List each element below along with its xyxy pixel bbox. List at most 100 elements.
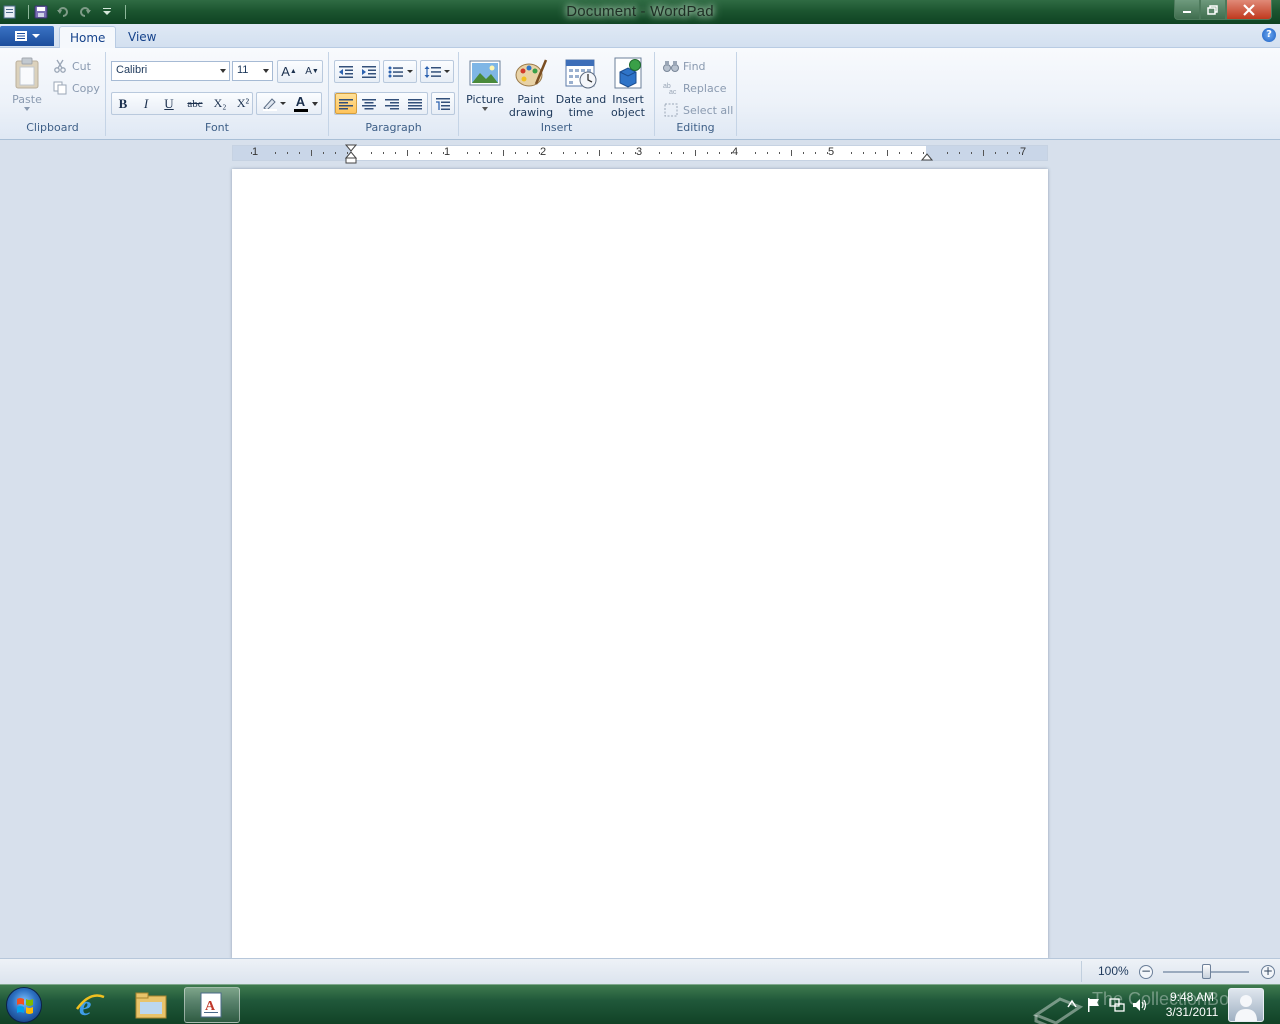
help-button[interactable]: ? <box>1262 28 1276 42</box>
zoom-out-button[interactable]: − <box>1139 965 1153 979</box>
restore-icon <box>1207 4 1218 15</box>
superscript-button[interactable]: X² <box>232 93 254 114</box>
strikethrough-button[interactable]: abc <box>182 93 208 114</box>
ruler-tick <box>791 150 792 156</box>
line-spacing-group <box>420 60 454 83</box>
minimize-icon <box>1183 10 1191 13</box>
select-all-button[interactable]: Select all <box>663 102 733 118</box>
restore-button[interactable] <box>1200 0 1226 20</box>
picture-dropdown-icon <box>482 107 488 111</box>
copy-button[interactable]: Copy <box>52 80 100 96</box>
font-size-dropdown-icon <box>263 69 269 73</box>
taskbar-wordpad[interactable]: A <box>184 987 240 1023</box>
ruler-tick <box>443 152 444 154</box>
start-button[interactable] <box>6 987 42 1023</box>
ruler-tick <box>563 152 564 154</box>
align-center-button[interactable] <box>358 93 380 114</box>
ruler-tick <box>515 152 516 154</box>
ruler-tick <box>1019 152 1020 154</box>
ruler-tick <box>863 152 864 154</box>
ruler-tick <box>947 152 948 154</box>
date-time-label-2: time <box>568 106 594 119</box>
bold-button[interactable]: B <box>112 93 134 114</box>
document-menu-icon <box>15 31 27 41</box>
ruler-tick <box>431 152 432 154</box>
network-icon[interactable] <box>1109 997 1125 1013</box>
ribbon: Paste Cut Copy Clipboard Calibri 11 A ▲ … <box>0 48 1280 140</box>
application-menu-button[interactable] <box>0 26 54 46</box>
align-right-icon <box>385 98 399 109</box>
ruler-tick <box>731 152 732 154</box>
action-center-flag-icon[interactable] <box>1086 997 1102 1013</box>
copy-label: Copy <box>72 81 100 95</box>
justify-button[interactable] <box>404 93 426 114</box>
first-line-indent-marker-icon[interactable] <box>344 144 358 166</box>
close-button[interactable] <box>1226 0 1272 20</box>
window-controls <box>1174 0 1272 20</box>
ruler[interactable]: 1 1 2 3 4 5 7 <box>232 144 1048 164</box>
zoom-in-button[interactable]: + <box>1261 965 1275 979</box>
find-label: Find <box>683 59 706 73</box>
paint-drawing-button[interactable]: Paint drawing <box>508 56 554 119</box>
ruler-tick <box>599 150 600 156</box>
ruler-tick <box>395 152 396 154</box>
cut-button[interactable]: Cut <box>52 58 91 74</box>
font-size-buttons: A ▲ A ▼ <box>277 60 323 83</box>
minimize-button[interactable] <box>1174 0 1200 20</box>
ruler-tick <box>467 152 468 154</box>
decrease-indent-button[interactable] <box>335 61 357 82</box>
system-clock[interactable]: 9:48 AM 3/31/2011 <box>1160 990 1224 1020</box>
italic-button[interactable]: I <box>135 93 157 114</box>
ruler-tick <box>1007 152 1008 154</box>
insert-object-label-2: object <box>611 106 645 119</box>
font-family-select[interactable]: Calibri <box>111 61 230 81</box>
ruler-tick <box>587 152 588 154</box>
align-right-button[interactable] <box>381 93 403 114</box>
document-page[interactable] <box>232 169 1048 959</box>
font-color-dropdown-icon <box>311 101 318 106</box>
font-size-select[interactable]: 11 <box>232 61 273 81</box>
svg-text:ac: ac <box>669 89 677 95</box>
bullets-button[interactable] <box>386 61 416 82</box>
underline-button[interactable]: U <box>158 93 180 114</box>
line-spacing-button[interactable] <box>423 61 453 82</box>
binoculars-icon <box>663 58 679 74</box>
user-avatar-icon <box>1235 995 1257 1021</box>
zoom-slider-thumb[interactable] <box>1202 964 1211 979</box>
find-button[interactable]: Find <box>663 58 706 74</box>
tab-view[interactable]: View <box>118 26 166 49</box>
taskbar-internet-explorer[interactable]: e <box>62 987 118 1023</box>
ruler-tick <box>383 152 384 154</box>
grow-font-button[interactable]: A ▲ <box>278 61 300 82</box>
increase-indent-button[interactable] <box>358 61 380 82</box>
decrease-indent-icon <box>339 65 353 78</box>
ruler-tick <box>323 152 324 154</box>
right-indent-marker-icon[interactable] <box>921 151 933 161</box>
internet-explorer-icon: e <box>75 991 105 1021</box>
font-group: Calibri 11 A ▲ A ▼ B I U abc X₂ X² A Fon… <box>106 52 329 136</box>
font-color-button[interactable]: A <box>291 93 321 114</box>
tab-home[interactable]: Home <box>59 26 117 49</box>
paste-button[interactable]: Paste <box>8 56 46 112</box>
align-left-button[interactable] <box>335 93 357 114</box>
subscript-button[interactable]: X₂ <box>209 93 231 114</box>
picture-button[interactable]: Picture <box>465 56 505 112</box>
date-time-button[interactable]: Date and time <box>555 56 607 119</box>
taskbar-file-explorer[interactable] <box>123 987 179 1023</box>
paragraph-settings-button[interactable] <box>432 93 454 114</box>
ruler-tick <box>251 152 252 154</box>
highlight-color-button[interactable] <box>259 93 289 114</box>
status-bar: 100% − + <box>0 958 1280 984</box>
close-icon <box>1243 3 1255 16</box>
insert-object-button[interactable]: Insert object <box>608 56 648 119</box>
ruler-tick <box>407 150 408 156</box>
shrink-font-button[interactable]: A ▼ <box>301 61 323 82</box>
user-avatar-tile[interactable] <box>1228 988 1264 1022</box>
ruler-tick <box>995 152 996 154</box>
volume-icon[interactable] <box>1132 997 1148 1013</box>
replace-button[interactable]: ab ac Replace <box>663 80 727 96</box>
show-hidden-icons-icon[interactable] <box>1066 997 1082 1013</box>
paint-drawing-label-2: drawing <box>508 106 554 119</box>
ruler-tick <box>851 152 852 154</box>
font-group-label: Font <box>205 121 229 134</box>
